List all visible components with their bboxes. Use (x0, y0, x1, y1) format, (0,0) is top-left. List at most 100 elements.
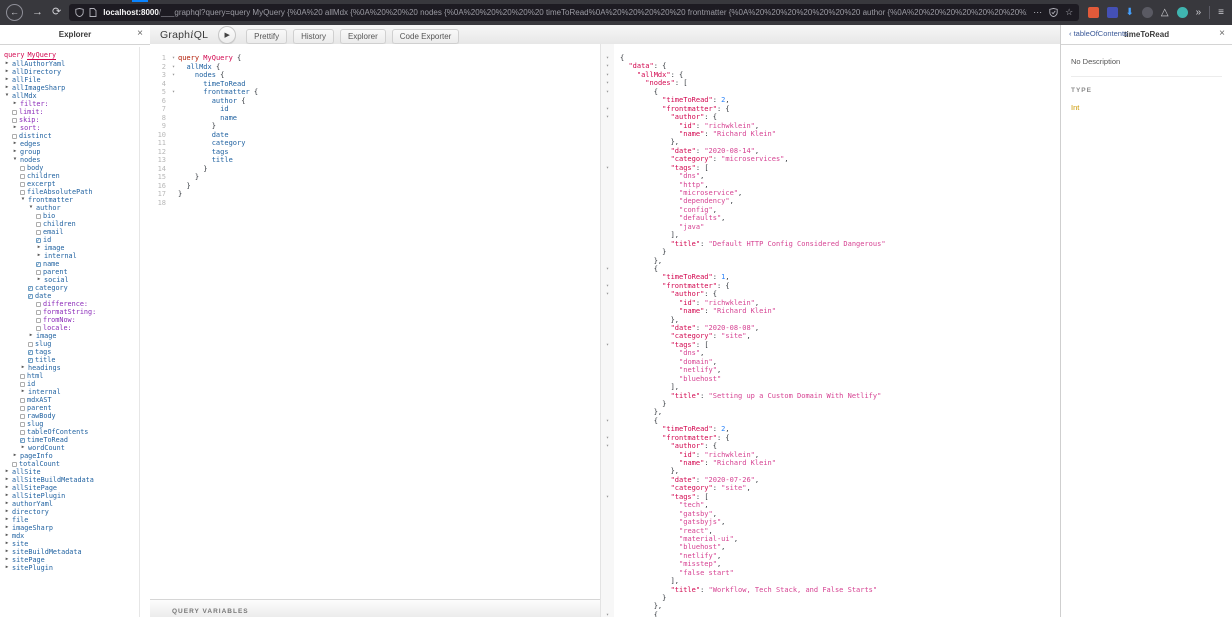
fold-arrow-icon[interactable]: ▾ (601, 54, 614, 62)
doc-close-icon[interactable]: × (1219, 28, 1225, 39)
explorer-item-locale[interactable]: locale: (4, 324, 150, 332)
checkbox-icon[interactable] (12, 134, 17, 139)
operation-name-input[interactable]: MyQuery (27, 51, 56, 60)
fold-arrow-icon[interactable]: ▾ (601, 265, 614, 273)
checkbox-icon[interactable] (12, 462, 17, 467)
explorer-item-directory[interactable]: ▶directory (4, 508, 150, 516)
checkbox-icon[interactable] (36, 310, 41, 315)
explorer-button[interactable]: Explorer (340, 29, 386, 44)
history-button[interactable]: History (293, 29, 334, 44)
fold-arrow-icon[interactable]: ▾ (169, 88, 178, 97)
editor-line[interactable]: 14 } (150, 165, 600, 174)
explorer-item-author[interactable]: ▼author (4, 204, 150, 212)
explorer-item-rawBody[interactable]: rawBody (4, 412, 150, 420)
fold-arrow-icon[interactable]: ▾ (169, 54, 178, 63)
checkbox-icon[interactable] (36, 326, 41, 331)
download-icon[interactable]: ⬇ (1126, 7, 1134, 18)
menu-icon[interactable]: ≡ (1218, 7, 1224, 18)
fold-arrow-icon[interactable]: ▾ (601, 341, 614, 349)
explorer-item-internal[interactable]: ▶internal (4, 388, 150, 396)
tracking-protection-shield-icon[interactable] (75, 8, 84, 17)
fold-arrow-icon[interactable]: ▾ (601, 62, 614, 70)
editor-line[interactable]: 7 id (150, 105, 600, 114)
bookmark-star-icon[interactable]: ☆ (1065, 7, 1073, 18)
explorer-item-allSiteBuildMetadata[interactable]: ▶allSiteBuildMetadata (4, 476, 150, 484)
fold-arrow-icon[interactable]: ▾ (169, 63, 178, 72)
explorer-item-filter[interactable]: ▶filter: (4, 100, 150, 108)
checkbox-icon[interactable] (20, 406, 25, 411)
explorer-item-sitePlugin[interactable]: ▶sitePlugin (4, 564, 150, 572)
fold-arrow-icon[interactable]: ▾ (601, 282, 614, 290)
checkbox-icon[interactable] (20, 382, 25, 387)
explorer-item-allSitePage[interactable]: ▶allSitePage (4, 484, 150, 492)
triangle-icon[interactable]: △ (1161, 7, 1169, 18)
explorer-item-limit[interactable]: limit: (4, 108, 150, 116)
explorer-item-parent[interactable]: parent (4, 268, 150, 276)
explorer-item-id[interactable]: id (4, 236, 150, 244)
explorer-item-email[interactable]: email (4, 228, 150, 236)
editor-line[interactable]: 3▾ nodes { (150, 71, 600, 80)
explorer-item-tableOfContents[interactable]: tableOfContents (4, 428, 150, 436)
editor-line[interactable]: 18 (150, 199, 600, 208)
explorer-item-id[interactable]: id (4, 380, 150, 388)
explorer-item-frontmatter[interactable]: ▼frontmatter (4, 196, 150, 204)
extension-shield-icon[interactable] (1107, 7, 1118, 18)
explorer-item-file[interactable]: ▶file (4, 516, 150, 524)
extension-teal-icon[interactable] (1177, 7, 1188, 18)
explorer-item-tags[interactable]: tags (4, 348, 150, 356)
execute-query-button[interactable]: ▶ (218, 26, 236, 44)
explorer-item-allDirectory[interactable]: ▶allDirectory (4, 68, 150, 76)
fold-arrow-icon[interactable]: ▾ (601, 79, 614, 87)
explorer-item-name[interactable]: name (4, 260, 150, 268)
explorer-item-parent[interactable]: parent (4, 404, 150, 412)
editor-line[interactable]: 4 timeToRead (150, 80, 600, 89)
account-icon[interactable] (1142, 7, 1153, 18)
checkbox-icon[interactable] (20, 422, 25, 427)
explorer-item-nodes[interactable]: ▼nodes (4, 156, 150, 164)
checkbox-icon[interactable] (12, 110, 17, 115)
explorer-item-fileAbsolutePath[interactable]: fileAbsolutePath (4, 188, 150, 196)
explorer-close-icon[interactable]: × (137, 28, 143, 39)
explorer-item-bio[interactable]: bio (4, 212, 150, 220)
explorer-item-image[interactable]: ▶image (4, 332, 150, 340)
checkbox-icon[interactable] (20, 430, 25, 435)
checkbox-checked-icon[interactable] (36, 262, 41, 267)
explorer-item-date[interactable]: date (4, 292, 150, 300)
fold-arrow-icon[interactable]: ▾ (601, 105, 614, 113)
back-icon[interactable]: ← (6, 4, 23, 21)
explorer-item-fromNow[interactable]: fromNow: (4, 316, 150, 324)
explorer-item-edges[interactable]: ▶edges (4, 140, 150, 148)
checkbox-icon[interactable] (36, 222, 41, 227)
explorer-item-image[interactable]: ▶image (4, 244, 150, 252)
explorer-item-formatString[interactable]: formatString: (4, 308, 150, 316)
explorer-item-sitePage[interactable]: ▶sitePage (4, 556, 150, 564)
explorer-item-siteBuildMetadata[interactable]: ▶siteBuildMetadata (4, 548, 150, 556)
explorer-item-sort[interactable]: ▶sort: (4, 124, 150, 132)
explorer-item-internal[interactable]: ▶internal (4, 252, 150, 260)
explorer-item-social[interactable]: ▶social (4, 276, 150, 284)
explorer-item-distinct[interactable]: distinct (4, 132, 150, 140)
checkbox-icon[interactable] (36, 270, 41, 275)
explorer-item-imageSharp[interactable]: ▶imageSharp (4, 524, 150, 532)
checkbox-checked-icon[interactable] (20, 438, 25, 443)
fold-arrow-icon[interactable]: ▾ (601, 493, 614, 501)
checkbox-icon[interactable] (36, 230, 41, 235)
explorer-item-allMdx[interactable]: ▼allMdx (4, 92, 150, 100)
explorer-tree[interactable]: queryMyQuery ▶allAuthorYaml▶allDirectory… (0, 45, 150, 572)
explorer-item-authorYaml[interactable]: ▶authorYaml (4, 500, 150, 508)
overflow-chevrons-icon[interactable]: » (1196, 7, 1202, 18)
doc-back-link[interactable]: ‹ tableOfContents (1069, 29, 1128, 38)
checkbox-icon[interactable] (20, 374, 25, 379)
editor-line[interactable]: 15 } (150, 173, 600, 182)
explorer-item-title[interactable]: title (4, 356, 150, 364)
code-exporter-button[interactable]: Code Exporter (392, 29, 460, 44)
checkbox-icon[interactable] (36, 214, 41, 219)
explorer-item-mdx[interactable]: ▶mdx (4, 532, 150, 540)
editor-line[interactable]: 12 tags (150, 148, 600, 157)
checkbox-icon[interactable] (20, 414, 25, 419)
explorer-item-allImageSharp[interactable]: ▶allImageSharp (4, 84, 150, 92)
checkbox-icon[interactable] (28, 342, 33, 347)
url-overflow-icon[interactable]: ⋯ (1033, 7, 1042, 18)
explorer-item-body[interactable]: body (4, 164, 150, 172)
url-bar[interactable]: localhost:8000/___graphql?query=query My… (69, 4, 1079, 21)
